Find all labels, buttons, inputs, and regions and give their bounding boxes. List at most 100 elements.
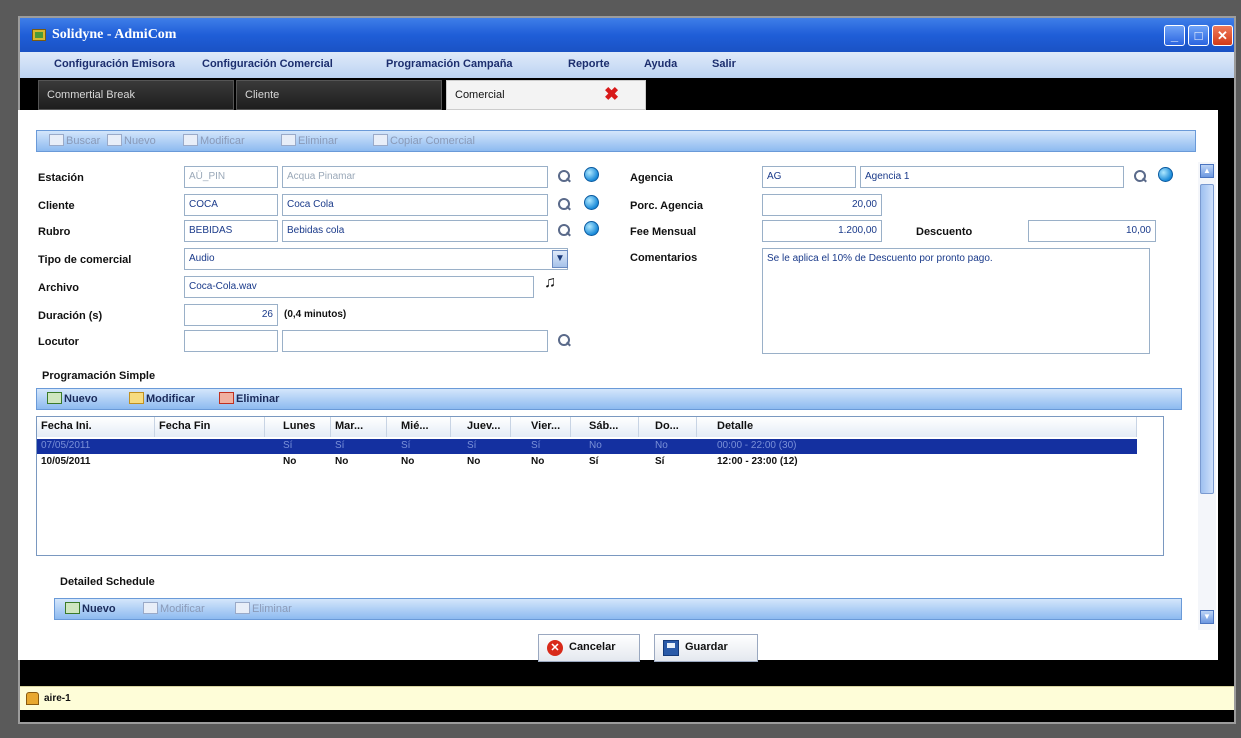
chevron-down-icon[interactable]: ▼ bbox=[552, 250, 568, 268]
rubro-label: Rubro bbox=[38, 226, 71, 238]
delete-icon bbox=[219, 392, 234, 404]
col-martes[interactable]: Mar... bbox=[331, 417, 387, 437]
scroll-up-icon[interactable]: ▲ bbox=[1200, 164, 1214, 178]
scroll-thumb[interactable] bbox=[1200, 184, 1214, 494]
new-icon bbox=[65, 602, 80, 614]
delete-label: Eliminar bbox=[298, 135, 338, 147]
detailed-modify-button[interactable]: Modificar bbox=[143, 602, 205, 615]
col-miercoles[interactable]: Mié... bbox=[387, 417, 451, 437]
cell-fecha-ini: 10/05/2011 bbox=[41, 456, 91, 467]
cliente-code-field[interactable]: COCA bbox=[184, 194, 278, 216]
rubro-info-icon[interactable] bbox=[584, 221, 599, 236]
locutor-code-field[interactable] bbox=[184, 330, 278, 352]
col-fecha-ini[interactable]: Fecha Ini. bbox=[37, 417, 155, 437]
cell-martes: No bbox=[335, 456, 349, 467]
search-label: Buscar bbox=[66, 135, 101, 147]
estacion-info-icon[interactable] bbox=[584, 167, 599, 182]
prog-new-button[interactable]: Nuevo bbox=[47, 392, 98, 405]
duracion-minutes-note: (0,4 minutos) bbox=[284, 309, 347, 320]
table-row[interactable]: 07/05/2011 Sí Sí Sí Sí Sí No No 00:00 - … bbox=[37, 439, 1137, 454]
rubro-search-icon[interactable] bbox=[556, 223, 572, 239]
cliente-search-icon[interactable] bbox=[556, 197, 572, 213]
agencia-name-field[interactable]: Agencia 1 bbox=[860, 166, 1124, 188]
prog-delete-button[interactable]: Eliminar bbox=[219, 392, 279, 405]
cancel-label: Cancelar bbox=[569, 641, 616, 653]
modify-icon bbox=[183, 134, 198, 146]
menu-salir[interactable]: Salir bbox=[712, 58, 736, 70]
col-detalle[interactable]: Detalle bbox=[697, 417, 1137, 437]
cell-lunes: Sí bbox=[283, 440, 293, 451]
comentarios-field[interactable]: Se le aplica el 10% de Descuento por pro… bbox=[762, 248, 1150, 354]
agencia-code-field[interactable]: AG bbox=[762, 166, 856, 188]
vertical-scrollbar[interactable]: ▲ ▼ bbox=[1198, 162, 1216, 630]
locutor-name-field[interactable] bbox=[282, 330, 548, 352]
archivo-field[interactable]: Coca-Cola.wav bbox=[184, 276, 534, 298]
new-icon bbox=[47, 392, 62, 404]
scroll-down-icon[interactable]: ▼ bbox=[1200, 610, 1214, 624]
tab-close-icon[interactable]: ✖ bbox=[604, 84, 619, 105]
close-button[interactable]: ✕ bbox=[1212, 25, 1233, 46]
tab-commertial-break[interactable]: Commertial Break bbox=[38, 80, 234, 110]
menu-programacion-campana[interactable]: Programación Campaña bbox=[386, 58, 513, 70]
estacion-name-field[interactable]: Acqua Pinamar bbox=[282, 166, 548, 188]
new-button[interactable]: Nuevo bbox=[107, 134, 156, 147]
porc-agencia-label: Porc. Agencia bbox=[630, 200, 703, 212]
cell-domingo: No bbox=[655, 440, 668, 451]
tipo-select[interactable]: Audio bbox=[184, 248, 568, 270]
music-note-icon[interactable]: ♫ bbox=[544, 274, 556, 292]
agencia-search-icon[interactable] bbox=[1132, 169, 1148, 185]
duracion-field[interactable]: 26 bbox=[184, 304, 278, 326]
descuento-field[interactable]: 10,00 bbox=[1028, 220, 1156, 242]
minimize-button[interactable]: _ bbox=[1164, 25, 1185, 46]
col-lunes[interactable]: Lunes bbox=[265, 417, 331, 437]
cell-viernes: Sí bbox=[531, 440, 541, 451]
table-row[interactable]: 10/05/2011 No No No No No Sí Sí 12:00 - … bbox=[37, 455, 1137, 470]
estacion-code-field[interactable]: AÜ_PIN bbox=[184, 166, 278, 188]
delete-button[interactable]: Eliminar bbox=[281, 134, 338, 147]
estacion-search-icon[interactable] bbox=[556, 169, 572, 185]
agencia-info-icon[interactable] bbox=[1158, 167, 1173, 182]
menu-configuracion-emisora[interactable]: Configuración Emisora bbox=[54, 58, 175, 70]
prog-modify-button[interactable]: Modificar bbox=[129, 392, 195, 405]
delete-icon bbox=[235, 602, 250, 614]
col-sabado[interactable]: Sáb... bbox=[571, 417, 639, 437]
rubro-name-field[interactable]: Bebidas cola bbox=[282, 220, 548, 242]
menu-configuracion-comercial[interactable]: Configuración Comercial bbox=[202, 58, 333, 70]
menu-reporte[interactable]: Reporte bbox=[568, 58, 610, 70]
rubro-code-field[interactable]: BEBIDAS bbox=[184, 220, 278, 242]
status-text: aire-1 bbox=[44, 693, 71, 704]
locutor-search-icon[interactable] bbox=[556, 333, 572, 349]
cell-detalle: 00:00 - 22:00 (30) bbox=[717, 440, 797, 451]
detailed-delete-button[interactable]: Eliminar bbox=[235, 602, 292, 615]
tipo-label: Tipo de comercial bbox=[38, 254, 132, 266]
prog-simple-title: Programación Simple bbox=[42, 370, 156, 382]
duracion-label: Duración (s) bbox=[38, 310, 103, 322]
cancel-button[interactable]: ✕ Cancelar bbox=[538, 634, 640, 662]
cell-martes: Sí bbox=[335, 440, 345, 451]
detailed-new-button[interactable]: Nuevo bbox=[65, 602, 116, 615]
cliente-name-field[interactable]: Coca Cola bbox=[282, 194, 548, 216]
status-bar: aire-1 bbox=[20, 686, 1234, 710]
search-icon bbox=[49, 134, 64, 146]
tab-cliente[interactable]: Cliente bbox=[236, 80, 442, 110]
fee-mensual-field[interactable]: 1.200,00 bbox=[762, 220, 882, 242]
screenshot-frame: Solidyne - AdmiCom _ □ ✕ Configuración E… bbox=[0, 0, 1241, 738]
search-button[interactable]: Buscar bbox=[49, 134, 100, 147]
copy-commercial-button[interactable]: Copiar Comercial bbox=[373, 134, 475, 147]
maximize-button[interactable]: □ bbox=[1188, 25, 1209, 46]
col-viernes[interactable]: Vier... bbox=[511, 417, 571, 437]
copy-icon bbox=[373, 134, 388, 146]
archivo-label: Archivo bbox=[38, 282, 79, 294]
porc-agencia-field[interactable]: 20,00 bbox=[762, 194, 882, 216]
cliente-info-icon[interactable] bbox=[584, 195, 599, 210]
modify-icon bbox=[129, 392, 144, 404]
modify-button[interactable]: Modificar bbox=[183, 134, 245, 147]
cell-fecha-ini: 07/05/2011 bbox=[41, 440, 91, 451]
col-fecha-fin[interactable]: Fecha Fin bbox=[155, 417, 265, 437]
menu-ayuda[interactable]: Ayuda bbox=[644, 58, 677, 70]
col-jueves[interactable]: Juev... bbox=[451, 417, 511, 437]
col-domingo[interactable]: Do... bbox=[639, 417, 697, 437]
menu-bar: Configuración Emisora Configuración Come… bbox=[20, 52, 1234, 78]
save-button[interactable]: Guardar bbox=[654, 634, 758, 662]
detailed-schedule-title: Detailed Schedule bbox=[60, 576, 155, 588]
